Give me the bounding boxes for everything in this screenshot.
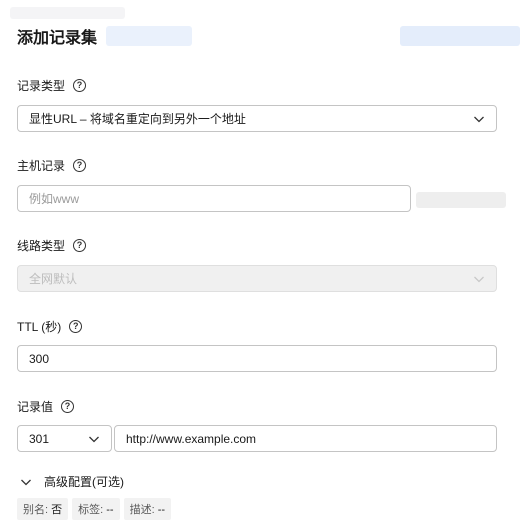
line-type-select: 全网默认	[17, 265, 497, 292]
alias-tag: 别名: 否	[17, 498, 69, 520]
redacted-domain-tag	[106, 26, 192, 46]
advanced-settings-label: 高级配置(可选)	[44, 475, 124, 489]
redirect-url-value: http://www.example.com	[126, 431, 257, 446]
question-circle-icon[interactable]: ?	[61, 400, 75, 413]
host-record-placeholder: 例如www	[29, 192, 79, 206]
redacted-header-right	[400, 26, 520, 46]
question-circle-icon[interactable]: ?	[73, 239, 87, 252]
redacted-header-text	[10, 7, 125, 19]
record-type-value: 显性URL – 将域名重定向到另外一个地址	[29, 112, 246, 126]
description-tag: 描述: --	[123, 498, 172, 520]
host-record-label: 主机记录	[17, 159, 66, 173]
chevron-down-icon	[474, 276, 484, 282]
redirect-code-select[interactable]: 301	[17, 425, 112, 452]
chevron-down-icon	[474, 116, 484, 122]
record-type-select[interactable]: 显性URL – 将域名重定向到另外一个地址	[17, 105, 497, 132]
advanced-settings-toggle[interactable]: 高级配置(可选)	[20, 473, 124, 490]
redirect-code-value: 301	[29, 431, 50, 446]
ttl-label: TTL (秒)	[17, 320, 62, 334]
labels-tag: 标签: --	[72, 498, 120, 520]
description-tag-value: --	[157, 504, 166, 516]
alias-tag-value: 否	[51, 504, 63, 516]
host-record-input[interactable]: 例如www	[17, 185, 411, 212]
ttl-label-row: TTL (秒) ?	[17, 318, 83, 335]
question-circle-icon[interactable]: ?	[73, 79, 87, 92]
redacted-domain-suffix	[416, 192, 506, 208]
record-value-label-row: 记录值 ?	[17, 398, 75, 415]
redirect-url-input[interactable]: http://www.example.com	[114, 425, 497, 452]
chevron-down-icon	[21, 479, 31, 485]
record-value-label: 记录值	[17, 400, 54, 414]
record-type-label-row: 记录类型 ?	[17, 77, 87, 94]
question-circle-icon[interactable]: ?	[69, 320, 83, 333]
ttl-input[interactable]: 300	[17, 345, 497, 372]
labels-tag-key: 标签:	[78, 504, 104, 516]
chevron-down-icon	[89, 436, 99, 442]
record-type-label: 记录类型	[17, 79, 66, 93]
dialog-title: 添加记录集	[17, 30, 98, 47]
advanced-summary-tags: 别名: 否 标签: -- 描述: --	[17, 498, 172, 520]
alias-tag-key: 别名:	[23, 504, 49, 516]
labels-tag-value: --	[106, 504, 114, 516]
line-type-value: 全网默认	[29, 272, 78, 286]
host-record-label-row: 主机记录 ?	[17, 157, 87, 174]
line-type-label: 线路类型	[17, 239, 66, 253]
description-tag-key: 描述:	[129, 504, 155, 516]
line-type-label-row: 线路类型 ?	[17, 237, 87, 254]
question-circle-icon[interactable]: ?	[73, 159, 87, 172]
ttl-value: 300	[29, 351, 50, 366]
